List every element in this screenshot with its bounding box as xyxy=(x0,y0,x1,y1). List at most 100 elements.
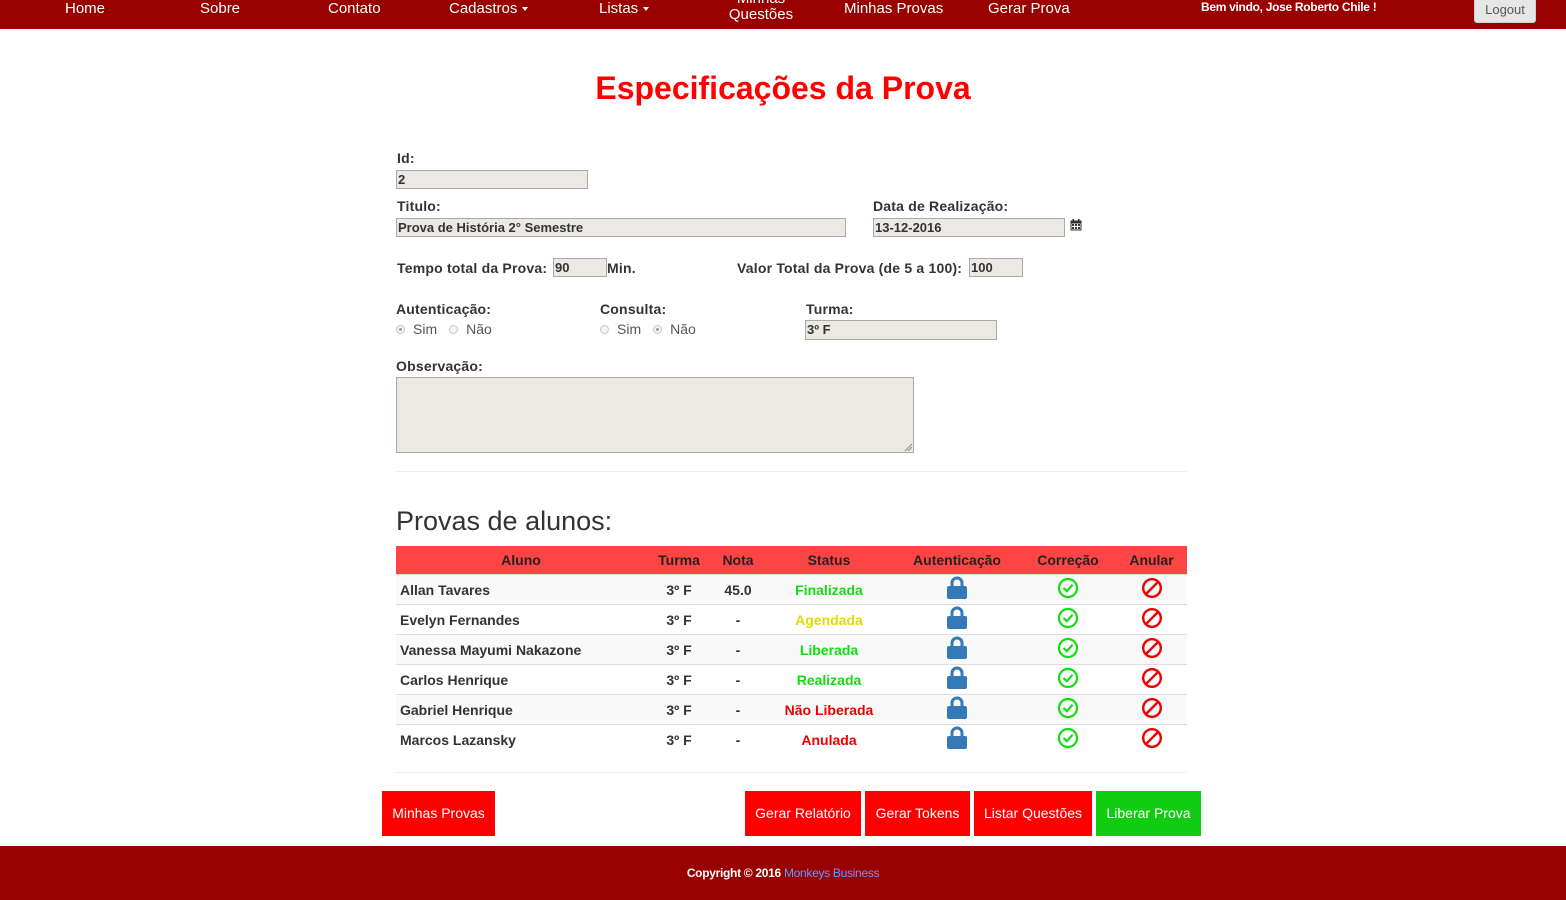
check-circle-icon[interactable] xyxy=(1057,667,1079,692)
cell-correcao xyxy=(1020,664,1116,695)
footer-brand-link[interactable]: Monkeys Business xyxy=(784,866,880,880)
cell-autenticacao xyxy=(894,574,1020,605)
tempo-total-field[interactable]: 90 xyxy=(553,258,607,277)
nav-contato[interactable]: Contato xyxy=(328,0,381,17)
consulta-radio-group: Sim Não xyxy=(600,321,708,337)
lock-icon[interactable] xyxy=(946,636,968,663)
ban-icon[interactable] xyxy=(1141,607,1163,632)
check-circle-icon[interactable] xyxy=(1057,727,1079,752)
observacao-label: Observação: xyxy=(396,358,484,374)
cell-anular xyxy=(1116,634,1187,665)
cell-aluno: Carlos Henrique xyxy=(396,664,646,695)
col-header-aluno: Aluno xyxy=(396,546,646,575)
lock-icon[interactable] xyxy=(946,666,968,693)
lock-icon[interactable] xyxy=(946,576,968,603)
check-circle-icon[interactable] xyxy=(1057,697,1079,722)
provas-alunos-table: Aluno Turma Nota Status Autenticação Cor… xyxy=(396,546,1187,754)
consulta-label: Consulta: xyxy=(600,301,667,317)
col-header-nota: Nota xyxy=(712,546,764,575)
cell-anular xyxy=(1116,604,1187,635)
liberar-prova-button[interactable]: Liberar Prova xyxy=(1096,791,1201,836)
cell-correcao xyxy=(1020,694,1116,725)
check-circle-icon[interactable] xyxy=(1057,637,1079,662)
table-row: Marcos Lazansky 3º F - Anulada xyxy=(396,724,1187,754)
turma-label: Turma: xyxy=(806,301,854,317)
check-circle-icon[interactable] xyxy=(1057,577,1079,602)
consulta-sim-label: Sim xyxy=(617,321,642,337)
valor-total-field[interactable]: 100 xyxy=(969,258,1023,277)
autenticacao-sim-radio[interactable] xyxy=(396,324,405,334)
valor-total-label: Valor Total da Prova (de 5 a 100): xyxy=(737,260,963,276)
cell-status: Finalizada xyxy=(764,574,894,605)
cell-aluno: Marcos Lazansky xyxy=(396,724,646,754)
autenticacao-nao-label: Não xyxy=(466,321,492,337)
nav-home[interactable]: Home xyxy=(65,0,105,17)
cell-turma: 3º F xyxy=(646,694,712,725)
ban-icon[interactable] xyxy=(1141,697,1163,722)
consulta-nao-radio[interactable] xyxy=(653,324,663,334)
cell-anular xyxy=(1116,664,1187,695)
gerar-tokens-button[interactable]: Gerar Tokens xyxy=(865,791,970,836)
nav-gerar-prova[interactable]: Gerar Prova xyxy=(988,0,1070,17)
minhas-provas-button[interactable]: Minhas Provas xyxy=(382,791,495,836)
titulo-field[interactable]: Prova de História 2° Semestre xyxy=(396,218,846,237)
cell-anular xyxy=(1116,574,1187,605)
observacao-textarea[interactable] xyxy=(396,377,914,453)
nav-minhas-questoes[interactable]: Minhas Questões xyxy=(721,0,801,23)
calendar-icon[interactable] xyxy=(1070,219,1082,231)
cell-autenticacao xyxy=(894,724,1020,754)
top-navbar: Home Sobre Contato Cadastros Listas Minh… xyxy=(0,0,1566,29)
cell-nota: - xyxy=(712,634,764,665)
cell-correcao xyxy=(1020,724,1116,754)
id-field[interactable]: 2 xyxy=(396,170,588,189)
logout-button[interactable]: Logout xyxy=(1474,0,1536,23)
cell-turma: 3º F xyxy=(646,574,712,605)
resize-handle-icon[interactable] xyxy=(904,443,913,452)
titulo-label: Titulo: xyxy=(397,198,441,214)
listar-questoes-button[interactable]: Listar Questões xyxy=(974,791,1092,836)
gerar-relatorio-button[interactable]: Gerar Relatório xyxy=(745,791,861,836)
tempo-unit-label: Min. xyxy=(607,260,636,276)
cell-anular xyxy=(1116,724,1187,754)
nav-minhas-provas[interactable]: Minhas Provas xyxy=(844,0,943,17)
ban-icon[interactable] xyxy=(1141,637,1163,662)
turma-field[interactable]: 3º F xyxy=(805,320,997,340)
divider xyxy=(396,772,1187,773)
footer-copyright: Copyright © 2016 xyxy=(686,866,781,880)
data-realizacao-label: Data de Realização: xyxy=(873,198,1009,214)
cell-status: Não Liberada xyxy=(764,694,894,725)
nav-sobre[interactable]: Sobre xyxy=(200,0,240,17)
table-row: Gabriel Henrique 3º F - Não Liberada xyxy=(396,694,1187,725)
table-header-row: Aluno Turma Nota Status Autenticação Cor… xyxy=(396,546,1187,575)
col-header-anular: Anular xyxy=(1116,546,1187,575)
data-realizacao-field[interactable]: 13-12-2016 xyxy=(873,218,1065,237)
nav-listas-label: Listas xyxy=(599,0,639,17)
autenticacao-label: Autenticação: xyxy=(396,301,492,317)
cell-status: Agendada xyxy=(764,604,894,635)
cell-turma: 3º F xyxy=(646,664,712,695)
autenticacao-nao-radio[interactable] xyxy=(449,324,459,334)
autenticacao-sim-label: Sim xyxy=(413,321,438,337)
consulta-sim-radio[interactable] xyxy=(600,324,609,334)
cell-status: Liberada xyxy=(764,634,894,665)
welcome-message: Bem vindo, Jose Roberto Chile ! xyxy=(1201,0,1377,14)
cell-nota: - xyxy=(712,664,764,695)
ban-icon[interactable] xyxy=(1141,577,1163,602)
ban-icon[interactable] xyxy=(1141,727,1163,752)
nav-listas-dropdown[interactable]: Listas xyxy=(599,0,650,17)
ban-icon[interactable] xyxy=(1141,667,1163,692)
cell-autenticacao xyxy=(894,604,1020,635)
caret-down-icon xyxy=(522,7,529,12)
cell-autenticacao xyxy=(894,664,1020,695)
col-header-status: Status xyxy=(764,546,894,575)
cell-aluno: Evelyn Fernandes xyxy=(396,604,646,635)
lock-icon[interactable] xyxy=(946,696,968,723)
lock-icon[interactable] xyxy=(946,726,968,753)
check-circle-icon[interactable] xyxy=(1057,607,1079,632)
nav-cadastros-dropdown[interactable]: Cadastros xyxy=(449,0,529,17)
divider xyxy=(396,471,1187,472)
cell-correcao xyxy=(1020,634,1116,665)
lock-icon[interactable] xyxy=(946,606,968,633)
cell-nota: - xyxy=(712,604,764,635)
tempo-total-label: Tempo total da Prova: xyxy=(397,260,548,276)
